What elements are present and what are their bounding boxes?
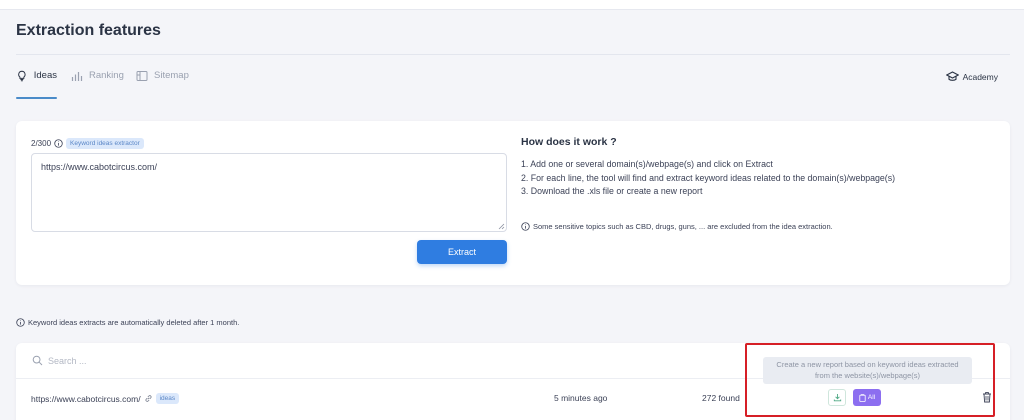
create-report-tooltip: Create a new report based on keyword ide… (763, 357, 972, 384)
resize-grip-icon[interactable] (497, 222, 505, 230)
page-title: Extraction features (16, 22, 161, 39)
tooltip-line: from the website(s)/webpage(s) (814, 370, 921, 380)
sensitive-topics-note: Some sensitive topics such as CBD, drugs… (521, 222, 833, 231)
note-text: Some sensitive topics such as CBD, drugs… (533, 222, 833, 231)
auto-delete-note: Keyword ideas extracts are automatically… (16, 318, 239, 327)
academy-link[interactable]: Academy (945, 70, 998, 83)
download-button[interactable] (828, 389, 846, 406)
link-icon[interactable] (144, 394, 153, 403)
tab-bar: Ideas Ranking Sitemap Academy (16, 70, 1010, 100)
how-title: How does it work ? (521, 136, 617, 148)
graduation-cap-icon (945, 71, 959, 81)
ideas-badge: ideas (155, 393, 180, 404)
download-icon (833, 394, 841, 402)
how-steps: 1. Add one or several domain(s)/webpage(… (521, 158, 895, 199)
tab-label: Ranking (89, 70, 124, 81)
url-textarea[interactable] (31, 153, 507, 232)
extractor-card: 2/300 Keyword ideas extractor Extract Ho… (16, 121, 1010, 285)
tab-label: Sitemap (154, 70, 189, 81)
academy-label: Academy (962, 71, 998, 82)
row-url: https://www.cabotcircus.com/ ideas (31, 393, 180, 404)
all-label: All (867, 394, 876, 401)
usage-counter: 2/300 (31, 139, 52, 148)
top-bar (0, 0, 1024, 10)
lightbulb-icon (18, 70, 26, 82)
how-step: 3. Download the .xls file or create a ne… (521, 186, 703, 196)
row-url-text: https://www.cabotcircus.com/ (31, 393, 141, 404)
counter-row: 2/300 Keyword ideas extractor (31, 138, 144, 149)
tool-badge: Keyword ideas extractor (66, 138, 144, 149)
tab-sitemap[interactable]: Sitemap (136, 70, 189, 99)
bar-chart-icon (71, 72, 83, 81)
sitemap-icon (136, 71, 148, 81)
search-icon (32, 355, 43, 366)
row-time: 5 minutes ago (554, 393, 608, 403)
create-report-all-button[interactable]: All (853, 389, 881, 406)
how-step: 2. For each line, the tool will find and… (521, 172, 896, 183)
tab-label: Ideas (33, 70, 57, 81)
search-input[interactable] (48, 351, 348, 371)
clipboard-icon (859, 393, 866, 402)
tab-ranking[interactable]: Ranking (71, 70, 124, 99)
how-step: 1. Add one or several domain(s)/webpage(… (521, 159, 773, 169)
info-icon[interactable] (54, 139, 63, 148)
info-icon (521, 222, 530, 231)
divider (16, 54, 1010, 55)
tab-ideas[interactable]: Ideas (16, 70, 57, 99)
note-text: Keyword ideas extracts are automatically… (28, 318, 240, 327)
row-found-count: 272 found (702, 393, 740, 403)
info-icon (16, 318, 25, 327)
table-row: https://www.cabotcircus.com/ ideas 5 min… (16, 379, 1010, 415)
trash-icon[interactable] (982, 391, 992, 403)
tooltip-line: Create a new report based on keyword ide… (776, 360, 959, 369)
extract-button[interactable]: Extract (417, 240, 507, 264)
